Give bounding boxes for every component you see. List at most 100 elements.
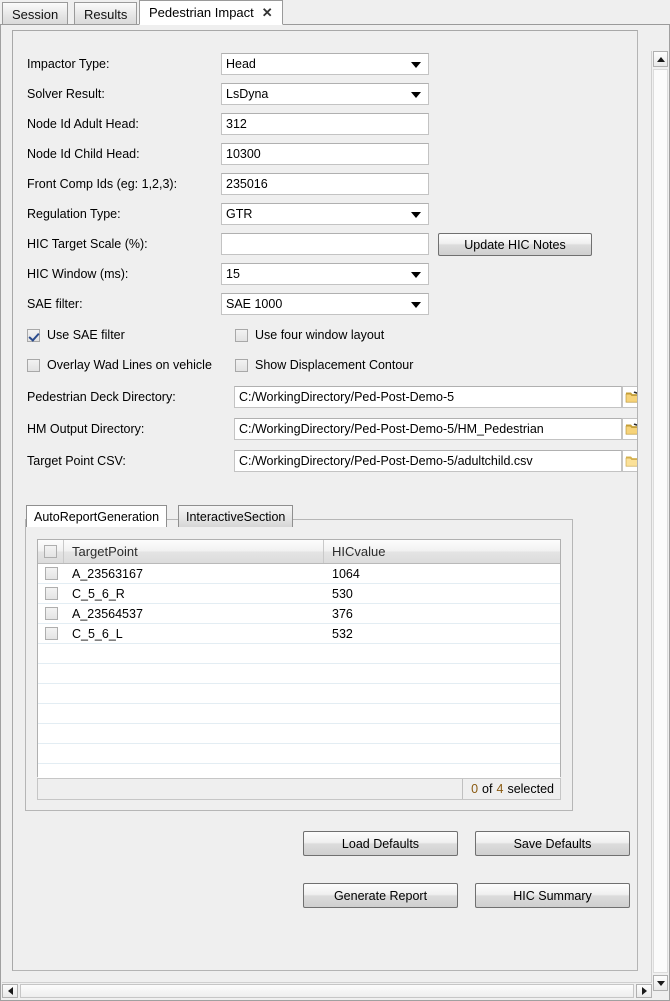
tab-auto-report-generation[interactable]: AutoReportGeneration [26, 505, 168, 527]
table-selection-status: 0 of 4 selected [37, 778, 561, 800]
field-row-node-id-adult-head: Node Id Adult Head: 312 [13, 111, 637, 137]
checkbox-icon-checked [27, 328, 40, 342]
node-id-child-head-input[interactable]: 10300 [221, 143, 429, 165]
scroll-right-button[interactable] [636, 984, 652, 998]
field-row-target-point-csv: Target Point CSV: C:/WorkingDirectory/Pe… [13, 448, 637, 474]
table-empty-row [38, 704, 560, 724]
browse-pedestrian-deck-directory-button[interactable] [622, 386, 637, 408]
column-header-targetpoint[interactable]: TargetPoint [64, 540, 324, 563]
update-hic-notes-button[interactable]: Update HIC Notes [438, 233, 592, 256]
hic-summary-button[interactable]: HIC Summary [475, 883, 630, 908]
tab-pedestrian-impact[interactable]: Pedestrian Impact ✕ [139, 0, 283, 25]
table-empty-row [38, 684, 560, 704]
total-count: 4 [496, 782, 504, 796]
scroll-down-button[interactable] [653, 975, 668, 991]
field-row-node-id-child-head: Node Id Child Head: 10300 [13, 141, 637, 167]
hm-output-directory-input[interactable]: C:/WorkingDirectory/Ped-Post-Demo-5/HM_P… [234, 418, 622, 440]
regulation-type-select[interactable]: GTR [221, 203, 429, 225]
table-row[interactable]: C_5_6_R 530 [38, 584, 560, 604]
label-hic-target-scale: HIC Target Scale (%): [27, 237, 148, 251]
checkbox-icon [235, 328, 248, 342]
tab-interactive-section[interactable]: InteractiveSection [178, 505, 294, 527]
cell-targetpoint: A_23564537 [72, 606, 143, 621]
table-row[interactable]: A_23563167 1064 [38, 564, 560, 584]
table-header-row: TargetPoint HICvalue [38, 540, 560, 564]
horizontal-scroll-thumb[interactable] [20, 984, 634, 998]
solver-result-control: LsDyna [221, 83, 429, 105]
tab-results-label: Results [84, 6, 128, 22]
load-defaults-button[interactable]: Load Defaults [303, 831, 458, 856]
cell-hicvalue: 530 [332, 586, 353, 601]
field-row-hic-window: HIC Window (ms): 15 [13, 261, 637, 287]
tab-session[interactable]: Session [2, 2, 69, 25]
generate-report-button[interactable]: Generate Report [303, 883, 458, 908]
table-row[interactable]: C_5_6_L 532 [38, 624, 560, 644]
row-checkbox[interactable] [38, 624, 64, 643]
status-of-word: of [482, 782, 493, 796]
tab-results[interactable]: Results [74, 2, 138, 25]
hic-target-scale-input[interactable] [221, 233, 429, 255]
front-comp-ids-input[interactable]: 235016 [221, 173, 429, 195]
table-empty-row [38, 644, 560, 664]
label-front-comp-ids: Front Comp Ids (eg: 1,2,3): [27, 177, 178, 191]
save-defaults-label: Save Defaults [513, 836, 592, 851]
save-defaults-button[interactable]: Save Defaults [475, 831, 630, 856]
close-icon[interactable]: ✕ [262, 6, 273, 19]
checkbox-icon [235, 358, 248, 372]
hic-window-select[interactable]: 15 [221, 263, 429, 285]
checkbox-overlay-wad-lines[interactable]: Overlay Wad Lines on vehicle [27, 353, 212, 377]
horizontal-scrollbar[interactable] [2, 982, 652, 999]
open-folder-icon [625, 391, 637, 403]
tab-session-label: Session [12, 6, 59, 22]
checkbox-icon [44, 607, 58, 620]
node-id-adult-head-control: 312 [221, 113, 429, 135]
select-all-header[interactable] [38, 540, 64, 563]
checkbox-icon [44, 587, 58, 600]
arrow-up-icon [656, 56, 665, 62]
application-window: Session Results Pedestrian Impact ✕ Impa… [0, 0, 670, 1001]
target-point-table: TargetPoint HICvalue A_23563167 1064 C_5… [37, 539, 561, 784]
checkbox-icon [44, 627, 58, 640]
checkbox-show-displacement-contour-label: Show Displacement Contour [255, 358, 414, 372]
chevron-down-icon [411, 92, 421, 98]
status-badge: 0 of 4 selected [462, 779, 560, 799]
sae-filter-control: SAE 1000 [221, 293, 429, 315]
label-pedestrian-deck-directory: Pedestrian Deck Directory: [27, 390, 176, 404]
solver-result-value: LsDyna [226, 87, 269, 101]
checkbox-use-sae-filter[interactable]: Use SAE filter [27, 323, 125, 347]
row-checkbox[interactable] [38, 584, 64, 603]
row-checkbox[interactable] [38, 604, 64, 623]
checkbox-show-displacement-contour[interactable]: Show Displacement Contour [235, 353, 413, 377]
tab-interactive-section-label: InteractiveSection [186, 509, 286, 524]
scroll-up-button[interactable] [653, 51, 668, 67]
label-node-id-child-head: Node Id Child Head: [27, 147, 140, 161]
field-row-hm-output-directory: HM Output Directory: C:/WorkingDirectory… [13, 416, 637, 442]
column-header-hicvalue[interactable]: HICvalue [324, 540, 560, 563]
regulation-type-value: GTR [226, 207, 253, 221]
scroll-left-button[interactable] [2, 984, 18, 998]
impactor-type-select[interactable]: Head [221, 53, 429, 75]
row-checkbox[interactable] [38, 564, 64, 583]
node-id-adult-head-input[interactable]: 312 [221, 113, 429, 135]
chevron-down-icon [411, 62, 421, 68]
sae-filter-value: SAE 1000 [226, 297, 283, 311]
pedestrian-deck-directory-input[interactable]: C:/WorkingDirectory/Ped-Post-Demo-5 [234, 386, 622, 408]
browse-target-point-csv-button[interactable] [622, 450, 637, 472]
checkbox-use-four-window-layout[interactable]: Use four window layout [235, 323, 384, 347]
table-empty-row [38, 664, 560, 684]
browse-hm-output-directory-button[interactable] [622, 418, 637, 440]
arrow-left-icon [7, 987, 13, 995]
label-sae-filter: SAE filter: [27, 297, 83, 311]
checkbox-use-four-window-layout-label: Use four window layout [255, 328, 385, 342]
solver-result-select[interactable]: LsDyna [221, 83, 429, 105]
sae-filter-select[interactable]: SAE 1000 [221, 293, 429, 315]
vertical-scrollbar[interactable] [651, 51, 668, 991]
chevron-down-icon [411, 272, 421, 278]
vertical-scroll-track[interactable] [653, 69, 668, 973]
target-point-csv-input[interactable]: C:/WorkingDirectory/Ped-Post-Demo-5/adul… [234, 450, 622, 472]
load-defaults-label: Load Defaults [341, 836, 420, 851]
label-solver-result: Solver Result: [27, 87, 105, 101]
cell-hicvalue: 376 [332, 606, 353, 621]
label-hic-window: HIC Window (ms): [27, 267, 129, 281]
table-row[interactable]: A_23564537 376 [38, 604, 560, 624]
